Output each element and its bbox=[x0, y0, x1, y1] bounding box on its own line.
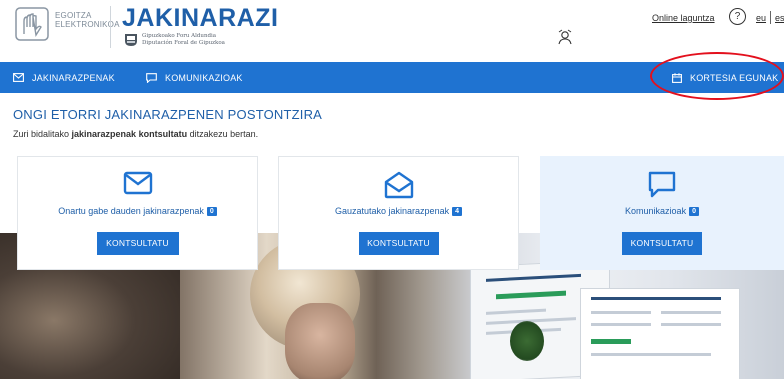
lang-es-link[interactable]: es bbox=[775, 13, 784, 23]
welcome-title: ONGI ETORRI JAKINARAZPENEN POSTONTZIRA bbox=[13, 107, 323, 122]
speech-bubble-icon bbox=[648, 171, 676, 198]
card-communications: Komunikazioak 0 KONTSULTATU bbox=[540, 156, 784, 270]
user-settings-icon[interactable] bbox=[557, 29, 573, 45]
lang-separator bbox=[770, 11, 771, 24]
card-unaccepted-notifications: Onartu gabe dauden jakinarazpenak 0 KONTS… bbox=[17, 156, 258, 270]
lang-eu-link[interactable]: eu bbox=[756, 13, 766, 23]
egoitza-logo-icon[interactable] bbox=[15, 7, 49, 41]
app-title[interactable]: JAKINARAZI bbox=[122, 4, 278, 33]
open-envelope-icon bbox=[384, 171, 413, 199]
envelope-icon bbox=[123, 171, 152, 195]
card-completed-notifications: Gauzatutako jakinarazpenak 4 KONTSULTATU bbox=[278, 156, 519, 270]
gipuzkoa-text: Gipuzkoako Foru Aldundia Diputación Fora… bbox=[142, 33, 225, 46]
consult-button[interactable]: KONTSULTATU bbox=[358, 232, 439, 255]
welcome-subtitle: Zuri bidalitako jakinarazpenak kontsulta… bbox=[13, 129, 259, 139]
online-help-link[interactable]: Online laguntza bbox=[652, 13, 715, 23]
envelope-icon bbox=[13, 73, 24, 82]
speech-bubble-icon bbox=[146, 72, 157, 83]
nav-item-komunikazioak[interactable]: KOMUNIKAZIOAK bbox=[146, 62, 243, 93]
gipuzkoa-shield-icon bbox=[125, 34, 137, 46]
nav-item-jakinarazpenak[interactable]: JAKINARAZPENAK bbox=[13, 62, 115, 93]
consult-button[interactable]: KONTSULTATU bbox=[96, 232, 179, 255]
header: EGOITZA ELEKTRONIKOA JAKINARAZI Gipuzkoa… bbox=[0, 0, 784, 62]
highlight-ellipse bbox=[650, 52, 784, 100]
nav-item-label: JAKINARAZPENAK bbox=[32, 72, 115, 83]
count-badge: 0 bbox=[206, 207, 217, 216]
card-label: Gauzatutako jakinarazpenak 4 bbox=[279, 206, 518, 216]
count-badge: 0 bbox=[689, 207, 699, 216]
help-icon[interactable]: ? bbox=[729, 8, 746, 25]
page: EGOITZA ELEKTRONIKOA JAKINARAZI Gipuzkoa… bbox=[0, 0, 784, 379]
card-label: Onartu gabe dauden jakinarazpenak 0 bbox=[18, 206, 257, 216]
card-label: Komunikazioak 0 bbox=[541, 206, 783, 216]
consult-button[interactable]: KONTSULTATU bbox=[622, 232, 702, 255]
count-badge: 4 bbox=[452, 207, 462, 216]
nav-item-label: KOMUNIKAZIOAK bbox=[165, 72, 243, 83]
header-divider bbox=[110, 6, 111, 48]
